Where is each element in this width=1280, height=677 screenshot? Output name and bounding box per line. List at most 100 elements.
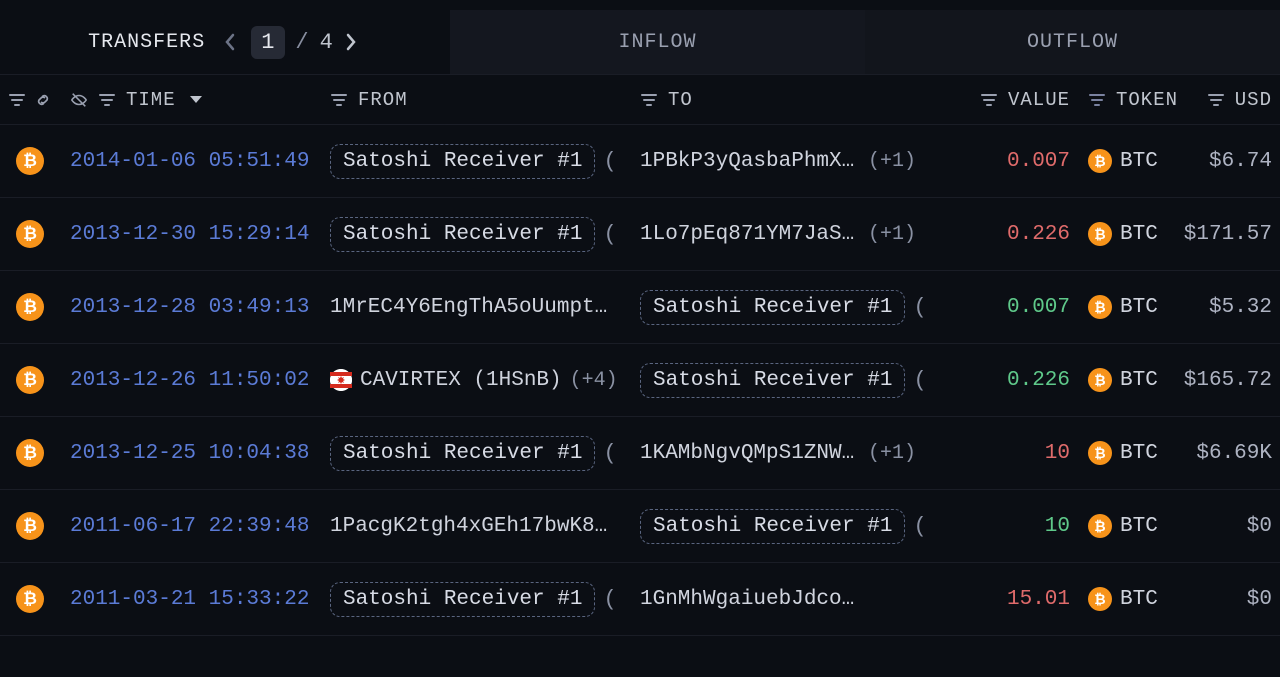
to-extra-count[interactable]: (+1) [868, 442, 916, 465]
filter-lines-icon[interactable] [98, 91, 116, 109]
entity-chip[interactable]: Satoshi Receiver #1 [640, 363, 905, 398]
btc-icon: ₿ [16, 147, 44, 175]
page-prev-icon[interactable] [223, 32, 241, 52]
table-row[interactable]: ₿2013-12-30 15:29:14Satoshi Receiver #1(… [0, 198, 1280, 271]
row-coin-icon: ₿ [8, 366, 70, 394]
page-next-icon[interactable] [344, 32, 362, 52]
entity-chip[interactable]: Satoshi Receiver #1 [330, 436, 595, 471]
to-extra-count[interactable]: (+1) [868, 150, 916, 173]
row-usd: $6.74 [1176, 150, 1272, 173]
btc-icon: ₿ [16, 366, 44, 394]
header-token[interactable]: TOKEN [1070, 89, 1176, 111]
btc-icon: ₿ [16, 293, 44, 321]
row-time[interactable]: 2014-01-06 05:51:49 [70, 150, 330, 173]
entity-chip[interactable]: Satoshi Receiver #1 [330, 144, 595, 179]
to-extra-count[interactable]: (+1) [868, 223, 916, 246]
btc-icon: ₿ [1088, 222, 1112, 246]
tab-inflow[interactable]: INFLOW [450, 10, 865, 74]
row-to[interactable]: 1Lo7pEq871YM7JaSW… (+1) [640, 223, 975, 246]
header-from-label: FROM [358, 89, 408, 111]
row-time[interactable]: 2011-03-21 15:33:22 [70, 588, 330, 611]
row-time[interactable]: 2011-06-17 22:39:48 [70, 515, 330, 538]
header-time[interactable]: TIME [70, 89, 330, 111]
eye-off-icon[interactable] [70, 91, 88, 109]
table-row[interactable]: ₿ 2013-12-26 11:50:02 CAVIRTEX (1HSnB) (+4)… [0, 344, 1280, 417]
link-icon[interactable] [34, 91, 52, 109]
tab-transfers[interactable]: TRANSFERS 1 / 4 [0, 10, 450, 74]
token-name: BTC [1120, 223, 1158, 246]
row-coin-icon: ₿ [8, 439, 70, 467]
row-token[interactable]: ₿BTC [1070, 368, 1176, 392]
row-from[interactable]: Satoshi Receiver #1 ( [330, 144, 640, 179]
address[interactable]: 1GnMhWgaiuebJdco69jFB… [640, 588, 860, 611]
row-from[interactable]: 1MrEC4Y6EngThA5oUumpt… [330, 296, 640, 319]
filter-lines-icon[interactable] [640, 91, 658, 109]
table-row[interactable]: ₿2013-12-25 10:04:38Satoshi Receiver #1(… [0, 417, 1280, 490]
row-from[interactable]: Satoshi Receiver #1( [330, 217, 640, 252]
sort-desc-icon[interactable] [190, 96, 202, 103]
address[interactable]: 1Lo7pEq871YM7JaSW… [640, 223, 860, 246]
row-value: 0.007 [975, 150, 1070, 173]
row-token[interactable]: ₿BTC [1070, 149, 1176, 173]
btc-icon: ₿ [1088, 514, 1112, 538]
entity-chip[interactable]: Satoshi Receiver #1 [640, 509, 905, 544]
table-body: ₿2014-01-06 05:51:49Satoshi Receiver #1(… [0, 125, 1280, 636]
token-name: BTC [1120, 150, 1158, 173]
entity-chip[interactable]: Satoshi Receiver #1 [640, 290, 905, 325]
address[interactable]: 1MrEC4Y6EngThA5oUumpt… [330, 296, 607, 319]
entity-chip[interactable]: Satoshi Receiver #1 [330, 217, 595, 252]
from-extra-count[interactable]: (+4) [570, 369, 618, 392]
paസymbol: ( [603, 149, 616, 174]
filter-lines-icon[interactable] [330, 91, 348, 109]
row-token[interactable]: ₿ BTC [1070, 222, 1176, 246]
row-coin-icon: ₿ [8, 147, 70, 175]
row-to[interactable]: Satoshi Receiver #1( [640, 509, 975, 544]
btc-icon: ₿ [1088, 368, 1112, 392]
row-token[interactable]: ₿BTC [1070, 441, 1176, 465]
row-time[interactable]: 2013-12-30 15:29:14 [70, 223, 330, 246]
header-to[interactable]: TO [640, 89, 975, 111]
row-from[interactable]: 1PacgK2tgh4xGEh17bwK8… [330, 515, 640, 538]
row-from[interactable]: Satoshi Receiver #1 ( [330, 582, 640, 617]
row-time[interactable]: 2013-12-26 11:50:02 [70, 369, 330, 392]
row-from[interactable]: Satoshi Receiver #1( [330, 436, 640, 471]
table-row[interactable]: ₿ 2013-12-28 03:49:131MrEC4Y6EngThA5oUump… [0, 271, 1280, 344]
row-time[interactable]: 2013-12-28 03:49:13 [70, 296, 330, 319]
row-to[interactable]: 1PBkP3yQasbaPhmXy… (+1) [640, 150, 975, 173]
row-token[interactable]: ₿BTC [1070, 514, 1176, 538]
filter-lines-icon[interactable] [1088, 91, 1106, 109]
header-time-label: TIME [126, 89, 176, 111]
table-row[interactable]: ₿ 2014-01-06 05:51:49Satoshi Receiver #1 (… [0, 125, 1280, 198]
table-header: TIME FROM TO VALUE TOKEN USD [0, 75, 1280, 125]
header-usd[interactable]: USD [1176, 89, 1272, 111]
row-usd: $0 [1176, 588, 1272, 611]
header-usd-label: USD [1235, 89, 1272, 111]
row-to[interactable]: Satoshi Receiver #1( [640, 290, 975, 325]
row-time[interactable]: 2013-12-25 10:04:38 [70, 442, 330, 465]
row-token[interactable]: ₿BTC [1070, 295, 1176, 319]
from-label[interactable]: CAVIRTEX (1HSnB) [360, 369, 562, 392]
tab-outflow[interactable]: OUTFLOW [865, 10, 1280, 74]
filter-icon[interactable] [8, 91, 26, 109]
row-from[interactable]: CAVIRTEX (1HSnB) (+4) [330, 369, 640, 392]
address[interactable]: 1PBkP3yQasbaPhmXy… [640, 150, 860, 173]
table-row[interactable]: ₿ 2011-06-17 22:39:481PacgK2tgh4xGEh17bwK… [0, 490, 1280, 563]
address[interactable]: 1KAMbNgvQMpS1ZNW8… [640, 442, 860, 465]
page-current: 1 [251, 26, 285, 59]
entity-chip[interactable]: Satoshi Receiver #1 [330, 582, 595, 617]
header-from[interactable]: FROM [330, 89, 640, 111]
row-value: 10 [975, 442, 1070, 465]
row-value: 15.01 [975, 588, 1070, 611]
header-value[interactable]: VALUE [975, 89, 1070, 111]
btc-icon: ₿ [16, 220, 44, 248]
table-row[interactable]: ₿2011-03-21 15:33:22Satoshi Receiver #1(… [0, 563, 1280, 636]
row-to[interactable]: 1KAMbNgvQMpS1ZNW8… (+1) [640, 442, 975, 465]
row-token[interactable]: ₿BTC [1070, 587, 1176, 611]
row-to[interactable]: Satoshi Receiver #1( [640, 363, 975, 398]
header-to-label: TO [668, 89, 693, 111]
row-to[interactable]: 1GnMhWgaiuebJdco69jFB… [640, 588, 975, 611]
filter-lines-icon[interactable] [1207, 91, 1225, 109]
filter-lines-icon[interactable] [980, 91, 998, 109]
address[interactable]: 1PacgK2tgh4xGEh17bwK8… [330, 515, 607, 538]
paസymbol: ( [603, 587, 616, 612]
